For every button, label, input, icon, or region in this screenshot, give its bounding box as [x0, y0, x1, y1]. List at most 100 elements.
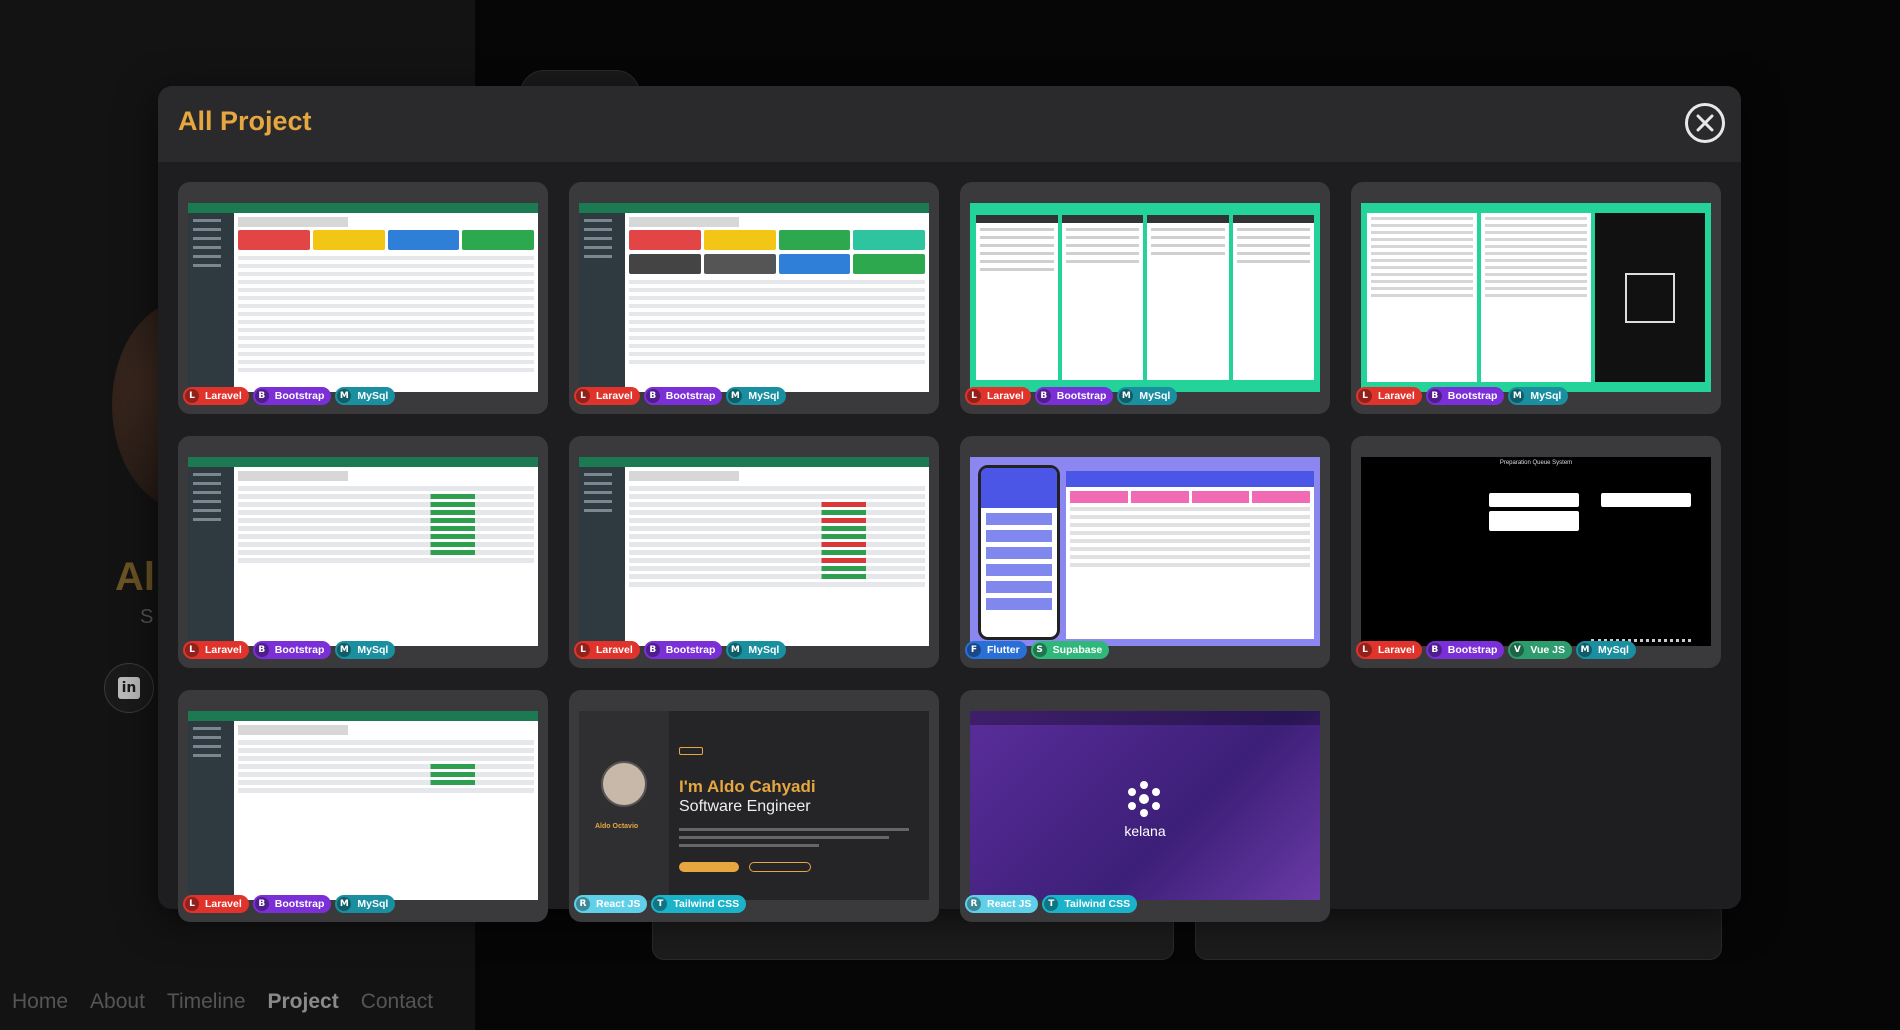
tech-tag: V Vue JS [1508, 641, 1573, 659]
project-card[interactable]: L Laravel B Bootstrap M MySql [1351, 182, 1721, 414]
project-card[interactable]: L Laravel B Bootstrap M MySql [178, 690, 548, 922]
project-card[interactable]: L Laravel B Bootstrap M MySql [960, 182, 1330, 414]
kelana-brand: kelana [1124, 823, 1166, 839]
tech-tag-label: Laravel [205, 644, 242, 656]
all-project-modal: All Project L Laravel B Bootstrap M MySq… [158, 86, 1741, 922]
tech-tag: B Bootstrap [643, 641, 723, 659]
project-card[interactable]: L Laravel B Bootstrap M MySql [178, 436, 548, 668]
tech-tag-label: Laravel [205, 898, 242, 910]
bootstrap-icon: B [645, 389, 660, 403]
tech-tag-label: Laravel [1378, 390, 1415, 402]
mysql-icon: M [1578, 643, 1593, 657]
nav-about[interactable]: About [90, 990, 145, 1014]
project-card[interactable]: Preparation Queue System L Laravel B Bootst… [1351, 436, 1721, 668]
tailwind-icon: T [1044, 897, 1059, 911]
tech-tag: B Bootstrap [643, 387, 723, 405]
nav-home[interactable]: Home [12, 990, 68, 1014]
tech-tag: L Laravel [183, 641, 249, 659]
tech-tag: B Bootstrap [252, 641, 332, 659]
laravel-icon: L [185, 389, 199, 403]
tech-tag-label: Bootstrap [665, 644, 716, 656]
tech-tags: L Laravel B Bootstrap M MySql [183, 895, 396, 913]
tech-tag-label: MySql [357, 390, 389, 402]
background-nav: Home About Timeline Project Contact [12, 990, 433, 1014]
project-thumbnail [188, 711, 538, 900]
laravel-icon: L [967, 389, 981, 403]
mysql-icon: M [337, 897, 352, 911]
project-card[interactable]: Aldo Octavio I'm Aldo Cahyadi Software E… [569, 690, 939, 922]
background-name: Al [115, 555, 155, 599]
project-thumbnail: Aldo Octavio I'm Aldo Cahyadi Software E… [579, 711, 929, 900]
tech-tag-label: Laravel [205, 390, 242, 402]
tech-tag: T Tailwind CSS [1042, 895, 1138, 913]
tech-tag-label: Bootstrap [665, 390, 716, 402]
bootstrap-icon: B [1036, 389, 1051, 403]
tech-tag: B Bootstrap [1425, 641, 1505, 659]
react-icon: R [967, 897, 981, 911]
bootstrap-icon: B [1427, 389, 1442, 403]
project-thumbnail: Preparation Queue System [1361, 457, 1711, 646]
tech-tags: L Laravel B Bootstrap M MySql [183, 387, 396, 405]
tech-tag: B Bootstrap [1034, 387, 1114, 405]
project-thumbnail [188, 457, 538, 646]
close-icon [1696, 114, 1714, 132]
tech-tag-label: React JS [987, 898, 1032, 910]
vue-icon: V [1510, 643, 1525, 657]
project-card[interactable]: kelana R React JS T Tailwind CSS [960, 690, 1330, 922]
project-thumbnail [970, 457, 1320, 646]
nav-timeline[interactable]: Timeline [167, 990, 246, 1014]
tech-tags: L Laravel B Bootstrap V Vue JS M MySql [1356, 641, 1636, 659]
laravel-icon: L [185, 897, 199, 911]
tech-tags: L Laravel B Bootstrap M MySql [183, 641, 396, 659]
mysql-icon: M [337, 389, 352, 403]
tech-tags: L Laravel B Bootstrap M MySql [965, 387, 1178, 405]
mysql-icon: M [1510, 389, 1525, 403]
tech-tag: L Laravel [574, 641, 640, 659]
project-card[interactable]: L Laravel B Bootstrap M MySql [569, 436, 939, 668]
tech-tag-label: Bootstrap [1447, 390, 1498, 402]
laravel-icon: L [1358, 643, 1372, 657]
tech-tag-label: Laravel [987, 390, 1024, 402]
laravel-icon: L [576, 389, 590, 403]
portfolio-role: Software Engineer [679, 798, 811, 815]
project-card[interactable]: L Laravel B Bootstrap M MySql [569, 182, 939, 414]
bootstrap-icon: B [645, 643, 660, 657]
tech-tag: L Laravel [1356, 641, 1422, 659]
tech-tag: S Supabase [1030, 641, 1110, 659]
nav-contact[interactable]: Contact [361, 990, 433, 1014]
laravel-icon: L [1358, 389, 1372, 403]
project-thumbnail [579, 203, 929, 392]
tech-tag-label: MySql [357, 644, 389, 656]
tech-tag-label: Bootstrap [274, 390, 325, 402]
bootstrap-icon: B [254, 643, 269, 657]
close-button[interactable] [1685, 103, 1725, 143]
tech-tag-label: Laravel [596, 390, 633, 402]
tech-tag-label: Tailwind CSS [1064, 898, 1131, 910]
tech-tags: L Laravel B Bootstrap M MySql [574, 387, 787, 405]
supabase-icon: S [1032, 643, 1047, 657]
tech-tag: M MySql [335, 895, 396, 913]
tech-tag: M MySql [335, 641, 396, 659]
mysql-icon: M [1119, 389, 1134, 403]
tech-tag-label: MySql [1139, 390, 1171, 402]
tech-tag: M MySql [335, 387, 396, 405]
tech-tag-label: Bootstrap [1056, 390, 1107, 402]
nav-project[interactable]: Project [268, 990, 339, 1014]
tech-tag: B Bootstrap [252, 387, 332, 405]
linkedin-button[interactable]: in [104, 663, 154, 713]
tech-tag: M MySql [1508, 387, 1569, 405]
tech-tag: R React JS [965, 895, 1039, 913]
project-thumbnail [579, 457, 929, 646]
laravel-icon: L [185, 643, 199, 657]
project-grid: L Laravel B Bootstrap M MySql L Laravel … [178, 182, 1721, 922]
tech-tag: M MySql [726, 641, 787, 659]
portfolio-headline: I'm Aldo Cahyadi [679, 777, 816, 796]
tech-tags: F Flutter S Supabase [965, 641, 1110, 659]
tech-tag-label: MySql [1598, 644, 1629, 656]
tech-tag-label: Laravel [1378, 644, 1415, 656]
project-card[interactable]: L Laravel B Bootstrap M MySql [178, 182, 548, 414]
project-card[interactable]: F Flutter S Supabase [960, 436, 1330, 668]
tech-tag: L Laravel [1356, 387, 1422, 405]
tech-tag-label: MySql [357, 898, 389, 910]
tech-tag-label: Flutter [987, 644, 1020, 656]
